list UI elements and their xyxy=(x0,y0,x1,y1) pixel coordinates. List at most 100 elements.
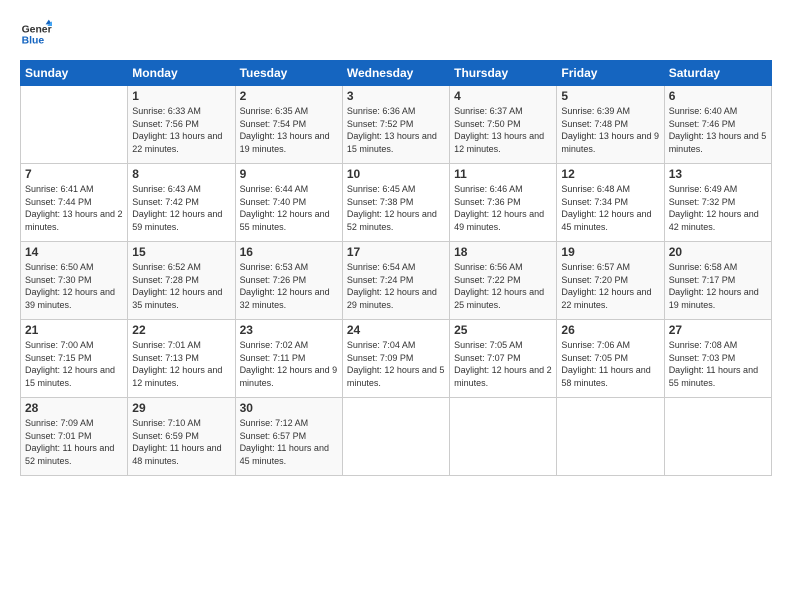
logo: General Blue xyxy=(20,18,56,50)
calendar-cell: 11 Sunrise: 6:46 AMSunset: 7:36 PMDayligh… xyxy=(450,164,557,242)
calendar-cell: 15Sunrise: 6:52 AMSunset: 7:28 PMDayligh… xyxy=(128,242,235,320)
cell-info: Sunrise: 6:48 AMSunset: 7:34 PMDaylight:… xyxy=(561,183,659,233)
calendar-cell xyxy=(557,398,664,476)
cell-info: Sunrise: 6:52 AMSunset: 7:28 PMDaylight:… xyxy=(132,261,230,311)
day-number: 29 xyxy=(132,401,230,415)
calendar-cell: 18 Sunrise: 6:56 AMSunset: 7:22 PMDayligh… xyxy=(450,242,557,320)
weekday-header-row: SundayMondayTuesdayWednesdayThursdayFrid… xyxy=(21,61,772,86)
calendar-week-1: 1 Sunrise: 6:33 AMSunset: 7:56 PMDaylight… xyxy=(21,86,772,164)
calendar-cell: 29 Sunrise: 7:10 AMSunset: 6:59 PMDayligh… xyxy=(128,398,235,476)
calendar-cell: 30 Sunrise: 7:12 AMSunset: 6:57 PMDayligh… xyxy=(235,398,342,476)
cell-info: Sunrise: 7:06 AMSunset: 7:05 PMDaylight:… xyxy=(561,339,659,389)
calendar-cell: 26 Sunrise: 7:06 AMSunset: 7:05 PMDayligh… xyxy=(557,320,664,398)
calendar-cell: 3Sunrise: 6:36 AMSunset: 7:52 PMDaylight… xyxy=(342,86,449,164)
weekday-header-wednesday: Wednesday xyxy=(342,61,449,86)
day-number: 9 xyxy=(240,167,338,181)
day-number: 28 xyxy=(25,401,123,415)
cell-info: Sunrise: 6:49 AMSunset: 7:32 PMDaylight:… xyxy=(669,183,767,233)
day-number: 21 xyxy=(25,323,123,337)
day-number: 30 xyxy=(240,401,338,415)
cell-info: Sunrise: 7:08 AMSunset: 7:03 PMDaylight:… xyxy=(669,339,767,389)
cell-info: Sunrise: 6:53 AMSunset: 7:26 PMDaylight:… xyxy=(240,261,338,311)
cell-info: Sunrise: 6:57 AMSunset: 7:20 PMDaylight:… xyxy=(561,261,659,311)
calendar-cell: 7Sunrise: 6:41 AMSunset: 7:44 PMDaylight… xyxy=(21,164,128,242)
cell-info: Sunrise: 6:37 AMSunset: 7:50 PMDaylight:… xyxy=(454,105,552,155)
day-number: 4 xyxy=(454,89,552,103)
calendar-cell: 2 Sunrise: 6:35 AMSunset: 7:54 PMDaylight… xyxy=(235,86,342,164)
day-number: 16 xyxy=(240,245,338,259)
day-number: 3 xyxy=(347,89,445,103)
calendar-week-2: 7Sunrise: 6:41 AMSunset: 7:44 PMDaylight… xyxy=(21,164,772,242)
cell-info: Sunrise: 7:12 AMSunset: 6:57 PMDaylight:… xyxy=(240,417,338,467)
cell-info: Sunrise: 6:56 AMSunset: 7:22 PMDaylight:… xyxy=(454,261,552,311)
day-number: 24 xyxy=(347,323,445,337)
calendar-cell: 14 Sunrise: 6:50 AMSunset: 7:30 PMDayligh… xyxy=(21,242,128,320)
cell-info: Sunrise: 7:02 AMSunset: 7:11 PMDaylight:… xyxy=(240,339,338,389)
weekday-header-monday: Monday xyxy=(128,61,235,86)
weekday-header-thursday: Thursday xyxy=(450,61,557,86)
calendar-week-3: 14 Sunrise: 6:50 AMSunset: 7:30 PMDayligh… xyxy=(21,242,772,320)
weekday-header-sunday: Sunday xyxy=(21,61,128,86)
cell-info: Sunrise: 7:09 AMSunset: 7:01 PMDaylight:… xyxy=(25,417,123,467)
day-number: 11 xyxy=(454,167,552,181)
calendar-week-4: 21 Sunrise: 7:00 AMSunset: 7:15 PMDayligh… xyxy=(21,320,772,398)
calendar-cell: 1 Sunrise: 6:33 AMSunset: 7:56 PMDaylight… xyxy=(128,86,235,164)
day-number: 1 xyxy=(132,89,230,103)
cell-info: Sunrise: 7:00 AMSunset: 7:15 PMDaylight:… xyxy=(25,339,123,389)
weekday-header-friday: Friday xyxy=(557,61,664,86)
calendar-cell: 12 Sunrise: 6:48 AMSunset: 7:34 PMDayligh… xyxy=(557,164,664,242)
svg-text:Blue: Blue xyxy=(22,36,45,47)
calendar-cell: 5 Sunrise: 6:39 AMSunset: 7:48 PMDaylight… xyxy=(557,86,664,164)
calendar-cell: 19 Sunrise: 6:57 AMSunset: 7:20 PMDayligh… xyxy=(557,242,664,320)
day-number: 6 xyxy=(669,89,767,103)
calendar-cell: 25Sunrise: 7:05 AMSunset: 7:07 PMDayligh… xyxy=(450,320,557,398)
weekday-header-tuesday: Tuesday xyxy=(235,61,342,86)
day-number: 12 xyxy=(561,167,659,181)
logo-icon: General Blue xyxy=(20,18,52,50)
cell-info: Sunrise: 6:40 AMSunset: 7:46 PMDaylight:… xyxy=(669,105,767,155)
cell-info: Sunrise: 7:04 AMSunset: 7:09 PMDaylight:… xyxy=(347,339,445,389)
calendar-cell: 10Sunrise: 6:45 AMSunset: 7:38 PMDayligh… xyxy=(342,164,449,242)
cell-info: Sunrise: 6:58 AMSunset: 7:17 PMDaylight:… xyxy=(669,261,767,311)
day-number: 13 xyxy=(669,167,767,181)
day-number: 17 xyxy=(347,245,445,259)
day-number: 8 xyxy=(132,167,230,181)
day-number: 18 xyxy=(454,245,552,259)
calendar-cell: 28 Sunrise: 7:09 AMSunset: 7:01 PMDayligh… xyxy=(21,398,128,476)
calendar-cell xyxy=(664,398,771,476)
day-number: 26 xyxy=(561,323,659,337)
calendar-cell: 6 Sunrise: 6:40 AMSunset: 7:46 PMDaylight… xyxy=(664,86,771,164)
day-number: 14 xyxy=(25,245,123,259)
page: General Blue SundayMondayTuesdayWednesda… xyxy=(0,0,792,612)
cell-info: Sunrise: 6:43 AMSunset: 7:42 PMDaylight:… xyxy=(132,183,230,233)
calendar-cell: 8 Sunrise: 6:43 AMSunset: 7:42 PMDaylight… xyxy=(128,164,235,242)
calendar-cell xyxy=(21,86,128,164)
calendar-cell: 23 Sunrise: 7:02 AMSunset: 7:11 PMDayligh… xyxy=(235,320,342,398)
cell-info: Sunrise: 6:54 AMSunset: 7:24 PMDaylight:… xyxy=(347,261,445,311)
day-number: 25 xyxy=(454,323,552,337)
cell-info: Sunrise: 6:35 AMSunset: 7:54 PMDaylight:… xyxy=(240,105,338,155)
cell-info: Sunrise: 7:01 AMSunset: 7:13 PMDaylight:… xyxy=(132,339,230,389)
weekday-header-saturday: Saturday xyxy=(664,61,771,86)
calendar-table: SundayMondayTuesdayWednesdayThursdayFrid… xyxy=(20,60,772,476)
calendar-cell: 21 Sunrise: 7:00 AMSunset: 7:15 PMDayligh… xyxy=(21,320,128,398)
calendar-cell: 17 Sunrise: 6:54 AMSunset: 7:24 PMDayligh… xyxy=(342,242,449,320)
calendar-cell xyxy=(342,398,449,476)
cell-info: Sunrise: 6:50 AMSunset: 7:30 PMDaylight:… xyxy=(25,261,123,311)
calendar-cell: 24 Sunrise: 7:04 AMSunset: 7:09 PMDayligh… xyxy=(342,320,449,398)
day-number: 5 xyxy=(561,89,659,103)
day-number: 19 xyxy=(561,245,659,259)
cell-info: Sunrise: 7:10 AMSunset: 6:59 PMDaylight:… xyxy=(132,417,230,467)
svg-text:General: General xyxy=(22,24,52,35)
day-number: 20 xyxy=(669,245,767,259)
calendar-cell xyxy=(450,398,557,476)
cell-info: Sunrise: 6:33 AMSunset: 7:56 PMDaylight:… xyxy=(132,105,230,155)
day-number: 23 xyxy=(240,323,338,337)
day-number: 2 xyxy=(240,89,338,103)
day-number: 22 xyxy=(132,323,230,337)
cell-info: Sunrise: 6:44 AMSunset: 7:40 PMDaylight:… xyxy=(240,183,338,233)
cell-info: Sunrise: 6:39 AMSunset: 7:48 PMDaylight:… xyxy=(561,105,659,155)
cell-info: Sunrise: 6:45 AMSunset: 7:38 PMDaylight:… xyxy=(347,183,445,233)
cell-info: Sunrise: 6:46 AMSunset: 7:36 PMDaylight:… xyxy=(454,183,552,233)
cell-info: Sunrise: 6:41 AMSunset: 7:44 PMDaylight:… xyxy=(25,183,123,233)
